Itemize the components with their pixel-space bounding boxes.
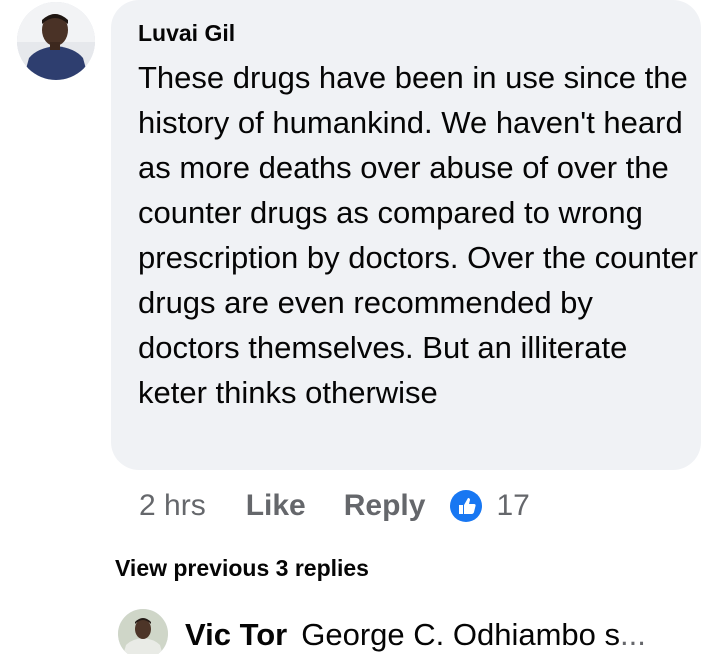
thumbs-up-icon[interactable] [450, 490, 483, 522]
like-button[interactable]: Like [246, 489, 306, 523]
reply-preview[interactable]: Vic Tor George C. Odhiambo s... [185, 615, 705, 654]
comment-author[interactable]: Luvai Gil [138, 18, 701, 48]
reaction-count[interactable]: 17 [496, 489, 529, 523]
comment-text: These drugs have been in use since the h… [138, 60, 698, 410]
comment-actions: 2 hrs Like Reply 17 [139, 486, 530, 526]
comment-thread: Luvai Gil These drugs have been in use s… [0, 0, 720, 654]
view-previous-replies-link[interactable]: View previous 3 replies [115, 553, 369, 583]
reply-button[interactable]: Reply [344, 489, 426, 523]
reply-preview-ellipsis: ... [619, 617, 646, 652]
avatar[interactable] [17, 2, 95, 80]
profile-photo [17, 2, 95, 80]
reply-profile-photo [118, 609, 168, 654]
reply-preview-text: George C. Odhiambo s [301, 617, 620, 652]
comment-timestamp[interactable]: 2 hrs [139, 489, 206, 523]
comment-bubble: Luvai Gil These drugs have been in use s… [111, 0, 701, 470]
reply-avatar[interactable] [118, 609, 168, 654]
reply-author[interactable]: Vic Tor [185, 617, 287, 652]
